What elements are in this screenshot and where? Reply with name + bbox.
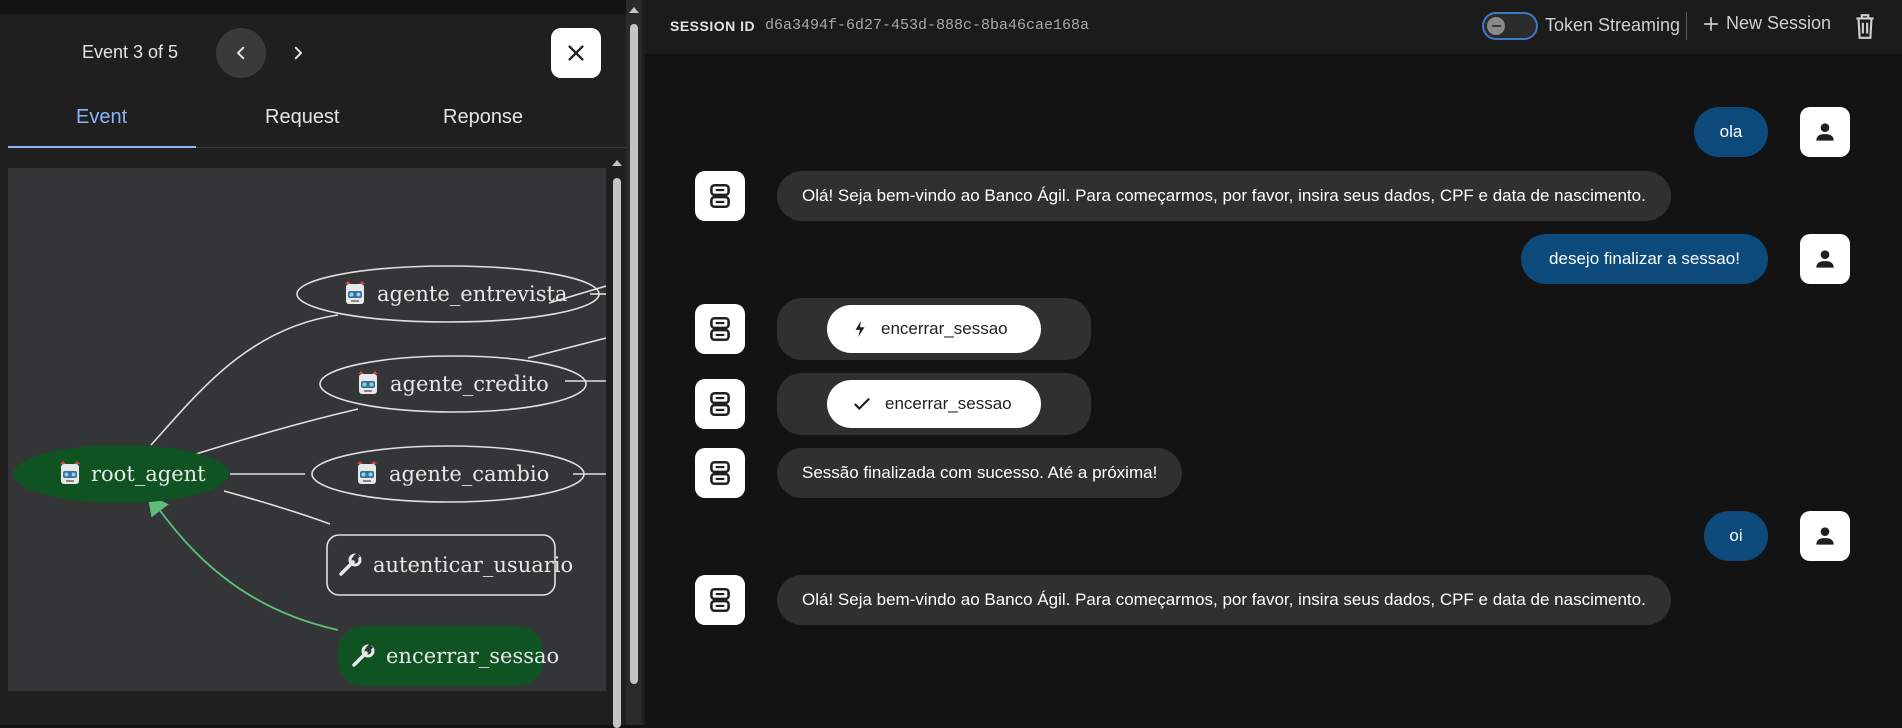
bot-message: Olá! Seja bem-vindo ao Banco Ágil. Para … [777,171,1671,221]
person-icon [1816,527,1834,545]
toggle-knob [1487,17,1505,35]
robot-icon [710,587,730,613]
robot-icon [710,183,730,209]
event-tabs: Event Request Reponse [8,94,626,148]
trash-icon [1856,14,1874,39]
person-icon [1816,250,1834,268]
tab-event[interactable]: Event [76,106,127,129]
next-event-button[interactable] [273,28,323,78]
edge-credito-right-a [527,337,606,359]
session-id-value: d6a3494f-6d27-453d-888c-8ba46cae168a [765,17,1090,34]
panel-top-strip [0,0,626,14]
user-message: oi [1704,511,1768,561]
tab-request[interactable]: Request [265,106,340,129]
scroll-up-arrow-icon[interactable] [612,160,622,166]
node-label: root_agent [91,462,206,486]
user-avatar [1800,234,1850,284]
new-session-button[interactable]: New Session [1702,13,1831,34]
panel-scrollbar[interactable] [626,0,642,725]
node-agente-entrevista[interactable]: agente_entrevista [296,265,600,323]
session-id-label: SESSION ID [670,18,756,34]
agent-graph: agente_entrevista agente_credito root_ag… [8,168,606,691]
event-panel: Event 3 of 5 Event Request Reponse agent… [0,0,645,728]
robot-icon [710,460,730,486]
edge-root-autenticar [223,490,331,525]
user-message: desejo finalizar a sessao! [1521,234,1768,284]
check-icon [854,397,870,411]
token-streaming-label: Token Streaming [1545,15,1681,35]
node-autenticar-usuario[interactable]: autenticar_usuario [326,534,573,596]
robot-icon [710,316,730,342]
tool-call-message: encerrar_sessao [777,298,1091,360]
edge-root-entrevista [150,314,339,446]
chevron-left-icon [237,46,245,60]
token-streaming-toggle[interactable] [1482,12,1538,40]
topbar-divider [1686,12,1687,40]
chat-area: SESSION ID d6a3494f-6d27-453d-888c-8ba46… [645,0,1902,725]
close-icon [568,45,584,61]
node-agente-cambio[interactable]: agente_cambio [311,445,585,503]
node-label: encerrar_sessao [386,644,559,668]
chevron-right-icon [294,46,302,60]
node-label: agente_entrevista [377,282,567,306]
node-label: agente_cambio [389,462,549,486]
panel-scroll-thumb[interactable] [630,24,638,684]
agent-graph-svg: agente_entrevista agente_credito root_ag… [13,265,606,686]
bot-avatar [695,575,745,625]
tab-response[interactable]: Reponse [443,106,523,129]
bolt-icon [855,320,865,338]
panel-scroll-up-arrow-icon[interactable] [629,7,639,13]
function-call-name: encerrar_sessao [881,319,1008,338]
function-response-name: encerrar_sessao [885,394,1012,413]
user-message: ola [1694,107,1768,157]
event-header: Event 3 of 5 [8,14,626,104]
tool-result-message: encerrar_sessao [777,373,1091,435]
previous-event-button[interactable] [216,28,266,78]
graph-scrollbar[interactable] [610,152,624,728]
bot-avatar [695,171,745,221]
graph-scroll-thumb[interactable] [613,178,621,728]
edge-encerrar-root [147,493,339,631]
delete-session-button[interactable] [1852,12,1878,45]
function-response-chip[interactable]: encerrar_sessao [827,380,1041,428]
bot-avatar [695,448,745,498]
session-topbar: SESSION ID d6a3494f-6d27-453d-888c-8ba46… [645,0,1902,54]
node-root-agent[interactable]: root_agent [13,445,229,503]
node-label: agente_credito [390,372,549,396]
event-counter: Event 3 of 5 [82,42,179,62]
node-label: autenticar_usuario [373,553,573,577]
close-panel-button[interactable] [551,28,601,78]
function-call-chip[interactable]: encerrar_sessao [827,305,1041,353]
active-tab-indicator [8,146,196,148]
node-encerrar-sessao[interactable]: encerrar_sessao [338,626,559,686]
node-agente-credito[interactable]: agente_credito [319,355,587,413]
plus-icon [1704,16,1718,31]
bot-message: Olá! Seja bem-vindo ao Banco Ágil. Para … [777,575,1671,625]
user-avatar [1800,511,1850,561]
new-session-label: New Session [1726,13,1832,33]
person-icon [1816,123,1834,141]
user-avatar [1800,107,1850,157]
edge-root-credito [195,408,359,455]
bot-avatar [695,304,745,354]
robot-icon [710,391,730,417]
bot-message: Sessão finalizada com sucesso. Até a pró… [777,448,1183,498]
bot-avatar [695,379,745,429]
